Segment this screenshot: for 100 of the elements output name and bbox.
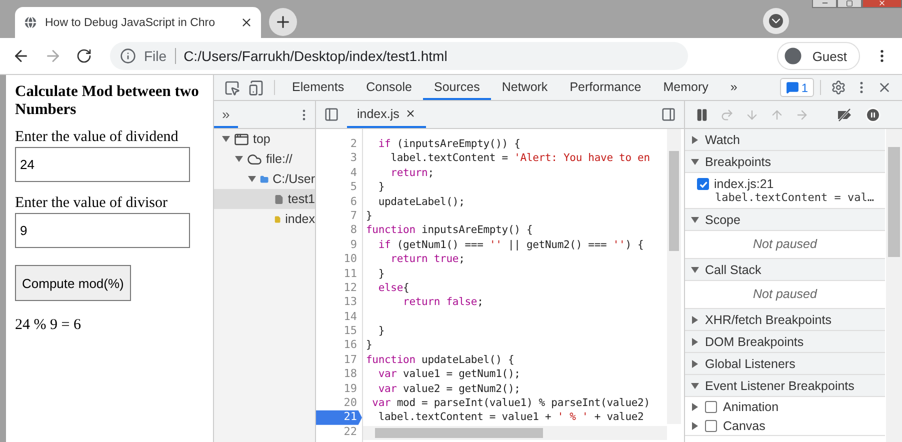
triangle-right-icon bbox=[691, 316, 699, 324]
section-header[interactable]: Call Stack bbox=[685, 259, 885, 281]
close-icon[interactable] bbox=[240, 16, 253, 29]
plus-icon bbox=[274, 13, 292, 31]
globe-icon bbox=[23, 15, 38, 30]
close-icon[interactable] bbox=[405, 108, 416, 119]
url-text: C:/Users/Farrukh/Desktop/index/test1.html bbox=[184, 48, 448, 64]
section-header[interactable]: DOM Breakpoints bbox=[685, 331, 885, 353]
scrollbar[interactable] bbox=[886, 129, 902, 442]
reload-icon[interactable] bbox=[76, 48, 92, 64]
line-number[interactable]: 7 bbox=[316, 208, 362, 224]
triangle-down-icon bbox=[691, 216, 699, 224]
code-line: else{ bbox=[377, 280, 410, 296]
line-number[interactable]: 18 bbox=[316, 367, 362, 382]
line-number[interactable]: 10 bbox=[316, 252, 362, 267]
browser-tab[interactable]: How to Debug JavaScript in Chro bbox=[15, 7, 261, 38]
compute-button[interactable]: Compute mod(%) bbox=[15, 265, 131, 301]
breakpoint-code: label.textContent = val… bbox=[714, 191, 875, 204]
devtools-tab[interactable]: Network bbox=[490, 75, 559, 100]
issues-badge[interactable]: 1 bbox=[780, 78, 814, 97]
checkbox[interactable] bbox=[705, 400, 717, 412]
section-header[interactable]: XHR/fetch Breakpoints bbox=[685, 309, 885, 331]
tree-item[interactable]: C:/User bbox=[214, 169, 315, 189]
line-number[interactable]: 15 bbox=[316, 324, 362, 338]
triangle-down-icon bbox=[691, 266, 699, 274]
line-number[interactable]: 3 bbox=[316, 151, 362, 166]
code-line: } bbox=[366, 208, 374, 224]
avatar-icon bbox=[782, 45, 804, 67]
devtools-tab[interactable]: Memory bbox=[652, 75, 720, 100]
tree-item[interactable]: index bbox=[214, 209, 315, 229]
tree-item[interactable]: file:// bbox=[214, 149, 315, 169]
close-icon bbox=[878, 0, 886, 7]
line-number[interactable]: 9 bbox=[316, 238, 362, 252]
line-number[interactable]: 6 bbox=[316, 194, 362, 209]
code-line: function updateLabel() { bbox=[366, 352, 516, 368]
field-label: Enter the value of dividend bbox=[15, 129, 180, 146]
code-line: label.textContent = 'Alert: You have to en bbox=[390, 151, 651, 166]
code-line: var value2 = getNum2(); bbox=[377, 382, 522, 396]
section-header[interactable]: Watch bbox=[685, 129, 885, 151]
devtools-tab[interactable]: Console bbox=[355, 75, 423, 100]
triangle-down-icon bbox=[691, 382, 699, 390]
tree-label: C:/User bbox=[272, 172, 315, 186]
code-line: if (getNum1() === '' || getNum2() === '') { bbox=[377, 238, 645, 252]
tree-label: top bbox=[253, 132, 270, 146]
more-tabs-button[interactable]: » bbox=[719, 75, 748, 100]
code-line: if (inputsAreEmpty()) { bbox=[377, 137, 522, 152]
section-header[interactable]: Event Listener Breakpoints bbox=[685, 375, 885, 397]
input-field[interactable]: 9 bbox=[15, 213, 190, 248]
tab-search-button[interactable] bbox=[763, 8, 789, 34]
line-number[interactable]: 22 bbox=[316, 424, 362, 440]
breakpoint-location: index.js:21 bbox=[714, 177, 774, 191]
code-line: } bbox=[377, 266, 386, 281]
address-bar[interactable]: File C:/Users/Farrukh/Desktop/index/test1.html bbox=[110, 42, 688, 70]
line-number[interactable]: 21 bbox=[316, 410, 362, 425]
line-number[interactable]: 11 bbox=[316, 266, 362, 281]
code-line: } bbox=[377, 180, 386, 195]
input-field[interactable]: 24 bbox=[15, 147, 190, 182]
code-line: } bbox=[377, 324, 386, 338]
checkbox[interactable] bbox=[697, 178, 709, 190]
line-number[interactable]: 5 bbox=[316, 180, 362, 195]
minimize-button[interactable] bbox=[812, 0, 837, 8]
new-tab-button[interactable] bbox=[269, 8, 297, 36]
code-line: } bbox=[366, 338, 374, 353]
tree-item[interactable]: top bbox=[214, 129, 315, 149]
page-heading: Calculate Mod between two Numbers bbox=[15, 83, 200, 119]
line-number[interactable]: 20 bbox=[316, 396, 362, 410]
section-header[interactable]: Scope bbox=[685, 209, 885, 231]
triangle-right-icon bbox=[691, 360, 699, 368]
line-number[interactable]: 16 bbox=[316, 338, 362, 353]
line-number[interactable]: 12 bbox=[316, 280, 362, 296]
scrollbar[interactable] bbox=[667, 129, 681, 424]
section-header[interactable]: Breakpoints bbox=[685, 151, 885, 173]
status-message: Not paused bbox=[752, 236, 818, 253]
tree-item[interactable]: test1 bbox=[214, 189, 315, 209]
line-number[interactable]: 2 bbox=[316, 137, 362, 152]
devtools-tab[interactable]: Performance bbox=[558, 75, 652, 100]
back-icon[interactable] bbox=[12, 47, 30, 65]
section-header[interactable]: Global Listeners bbox=[685, 353, 885, 375]
triangle-right-icon bbox=[691, 338, 699, 346]
more-button[interactable]: » bbox=[214, 101, 238, 128]
line-number[interactable]: 4 bbox=[316, 166, 362, 180]
checkbox[interactable] bbox=[705, 420, 717, 432]
devtools-tab[interactable]: Elements bbox=[281, 75, 356, 100]
tab-title: How to Debug JavaScript in Chro bbox=[45, 16, 216, 28]
status-message: Not paused bbox=[752, 286, 818, 303]
window-icon bbox=[234, 132, 249, 146]
code-line: updateLabel(); bbox=[377, 194, 466, 209]
field-label: Enter the value of divisor bbox=[15, 195, 168, 212]
maximize-button[interactable] bbox=[837, 0, 862, 8]
line-number[interactable]: 13 bbox=[316, 295, 362, 310]
tree-label: test1 bbox=[288, 192, 315, 206]
triangle-right-icon bbox=[691, 136, 699, 144]
tree-label: index bbox=[285, 212, 315, 226]
profile-button[interactable]: Guest bbox=[777, 42, 860, 70]
line-number[interactable]: 19 bbox=[316, 382, 362, 396]
chevron-down-icon bbox=[769, 14, 783, 28]
line-number[interactable]: 14 bbox=[316, 310, 362, 324]
line-number[interactable]: 8 bbox=[316, 223, 362, 238]
scrollbar[interactable] bbox=[363, 426, 667, 440]
line-number[interactable]: 17 bbox=[316, 352, 362, 368]
